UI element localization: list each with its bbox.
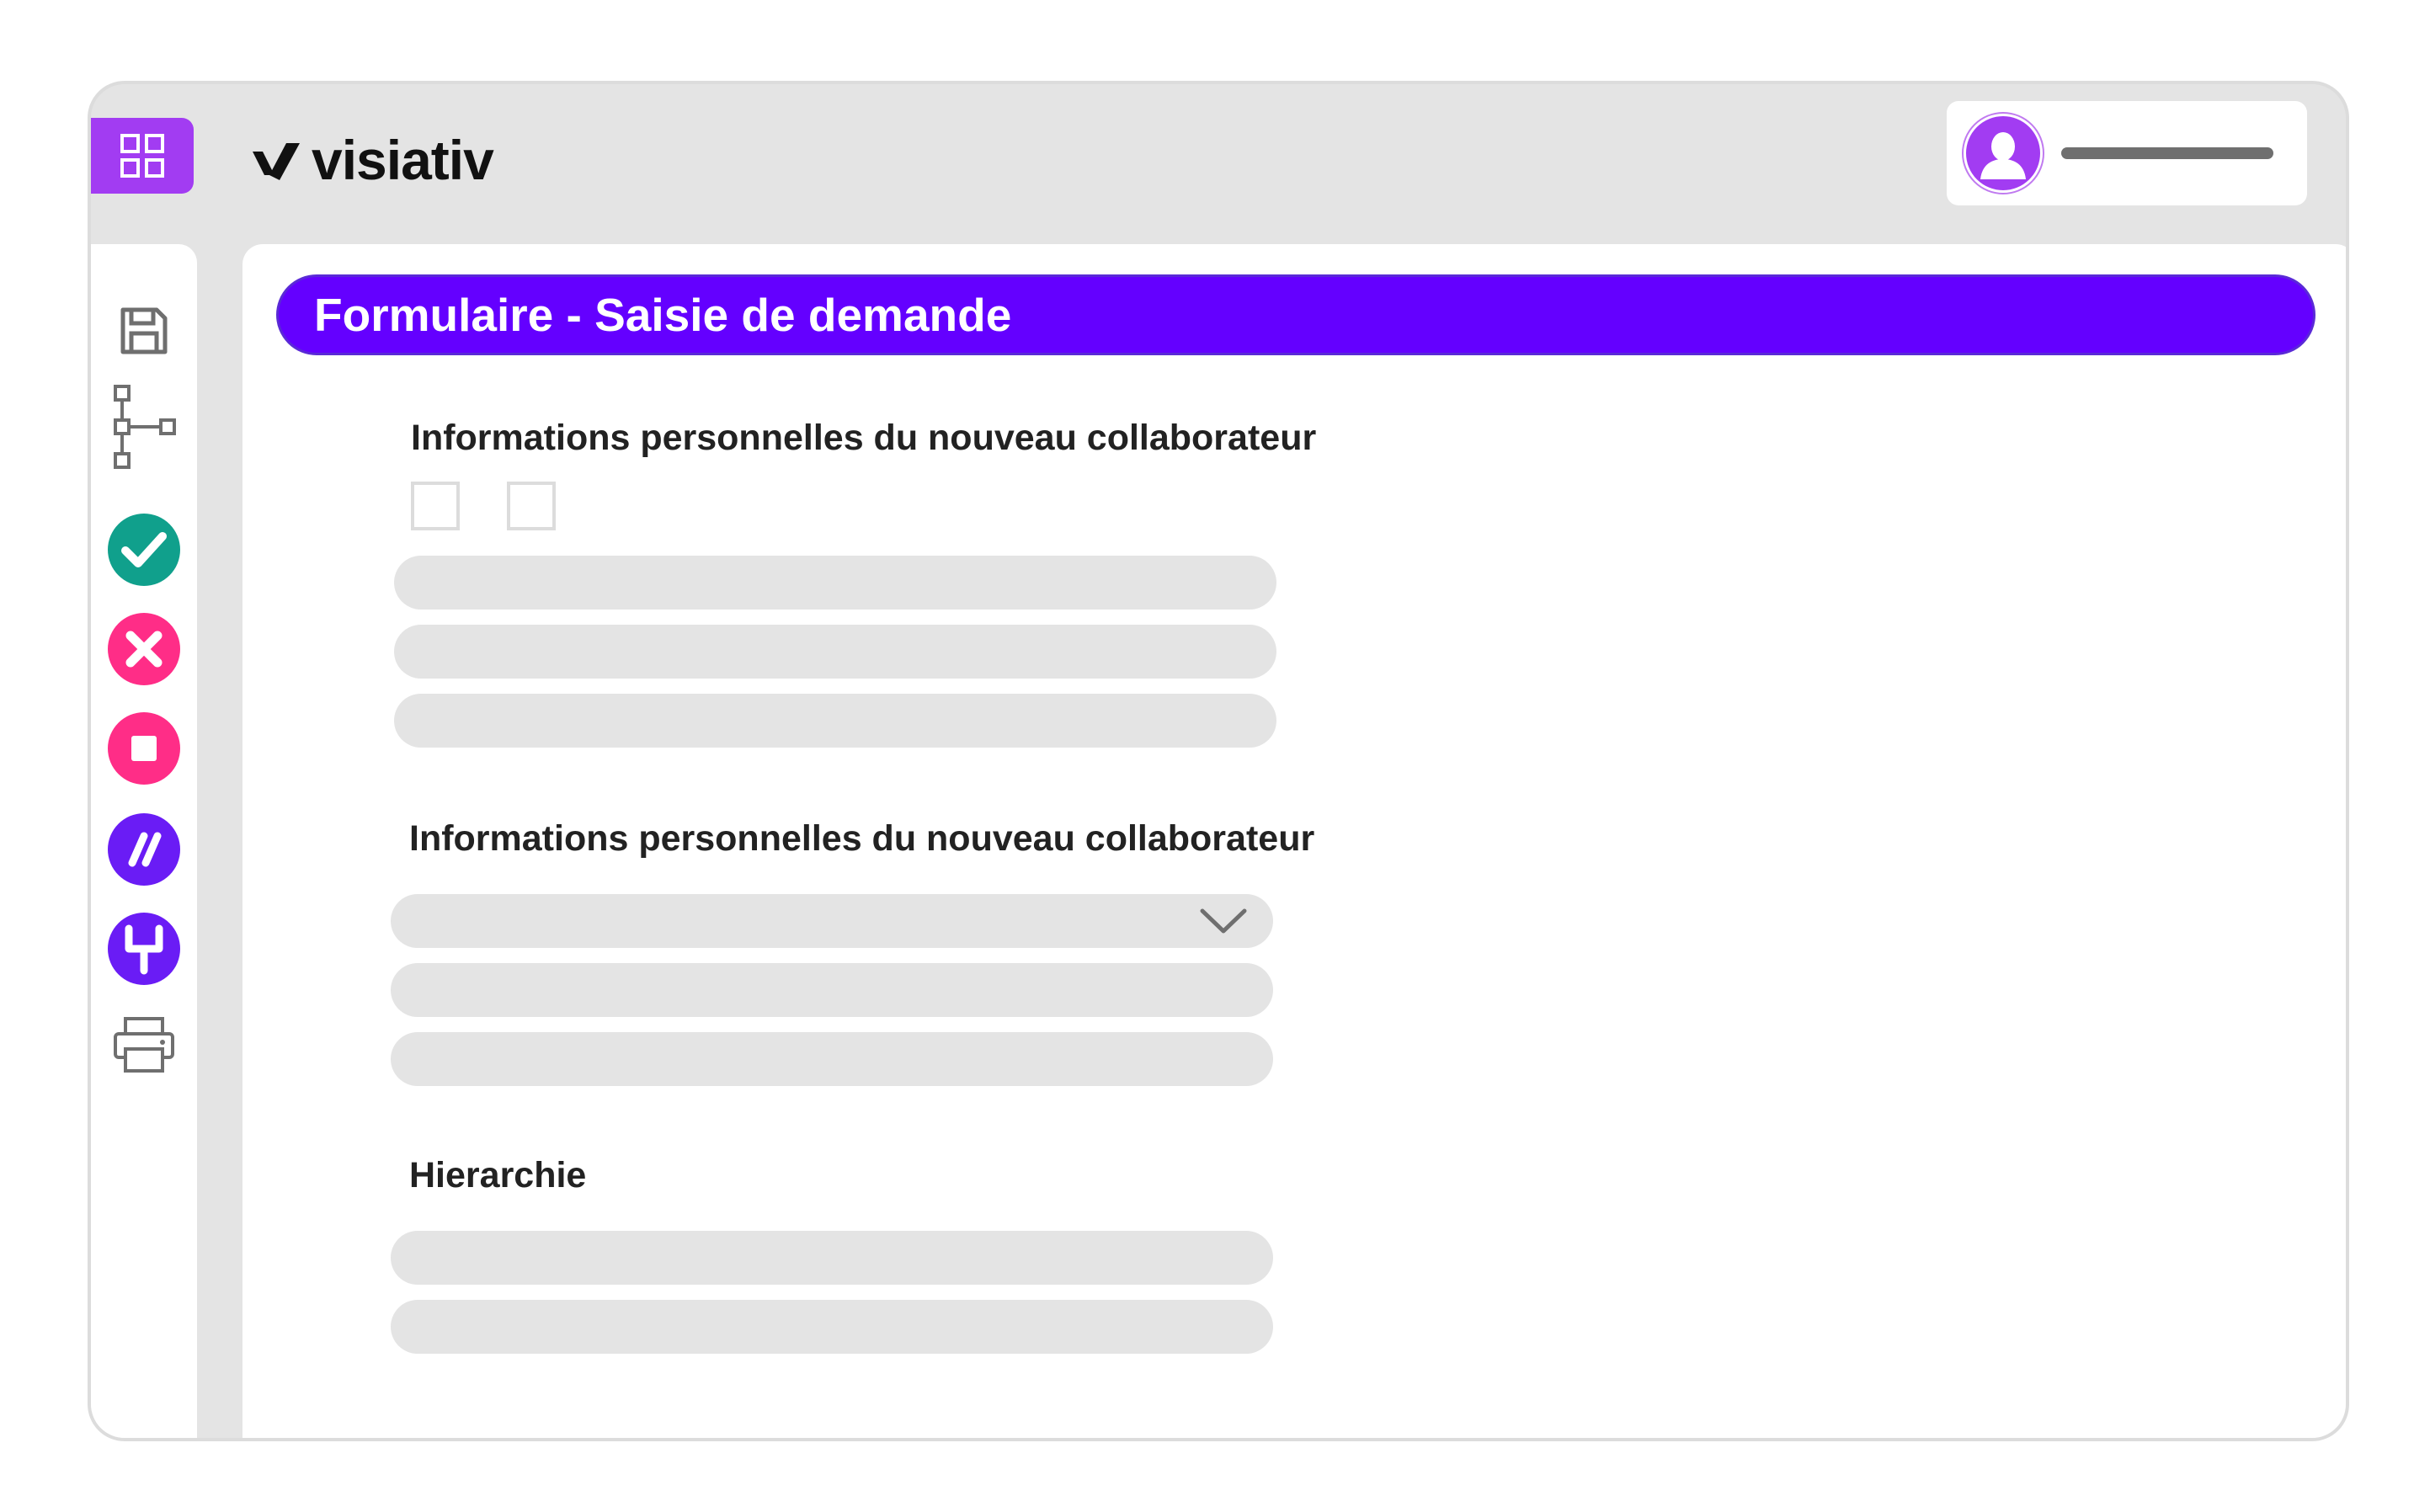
text-field[interactable] (394, 694, 1276, 748)
save-icon (120, 307, 168, 354)
workflow-tree-icon (114, 385, 176, 469)
user-avatar[interactable] (1964, 114, 2043, 193)
print-button[interactable] (106, 1007, 182, 1083)
user-name-placeholder (2061, 147, 2273, 159)
dropdown-select[interactable] (391, 894, 1273, 948)
merge-icon (108, 913, 180, 985)
section-title: Informations personnelles du nouveau col… (409, 818, 1315, 859)
app-window: visiativ Formulaire - Saisie de demande … (88, 81, 2349, 1441)
action-sidebar (91, 244, 197, 1438)
user-avatar-icon (1980, 132, 2026, 179)
stop-button[interactable] (106, 711, 182, 786)
checkbox[interactable] (411, 482, 460, 530)
brand-name: visiativ (312, 129, 494, 191)
approve-check-icon (108, 514, 180, 586)
form-header-bar: Formulaire - Saisie de demande (276, 274, 2315, 355)
reject-button[interactable] (106, 611, 182, 687)
text-field[interactable] (394, 556, 1276, 610)
text-field[interactable] (391, 1231, 1273, 1285)
text-field[interactable] (391, 963, 1273, 1017)
visiativ-logo: visiativ (249, 126, 494, 194)
text-field[interactable] (391, 1300, 1273, 1354)
section-title: Informations personnelles du nouveau col… (411, 418, 1317, 458)
section-title: Hierarchie (409, 1155, 587, 1195)
form-panel: Formulaire - Saisie de demande Informati… (242, 244, 2346, 1438)
checkbox[interactable] (507, 482, 556, 530)
save-button[interactable] (106, 293, 182, 369)
form-title: Formulaire - Saisie de demande (314, 289, 1012, 341)
merge-button[interactable] (106, 911, 182, 987)
chevron-down-icon (1200, 908, 1247, 934)
apps-menu-button[interactable] (91, 118, 194, 194)
stop-icon (108, 712, 180, 785)
text-field[interactable] (394, 625, 1276, 679)
user-menu[interactable] (1947, 101, 2307, 205)
text-field[interactable] (391, 1032, 1273, 1086)
print-icon (114, 1017, 174, 1073)
transfer-button[interactable] (106, 812, 182, 887)
reject-x-icon (108, 613, 180, 685)
slashes-icon (108, 813, 180, 886)
approve-button[interactable] (106, 512, 182, 588)
visiativ-logo-mark (253, 143, 300, 180)
grid-icon (120, 134, 164, 178)
workflow-button[interactable] (106, 385, 182, 469)
